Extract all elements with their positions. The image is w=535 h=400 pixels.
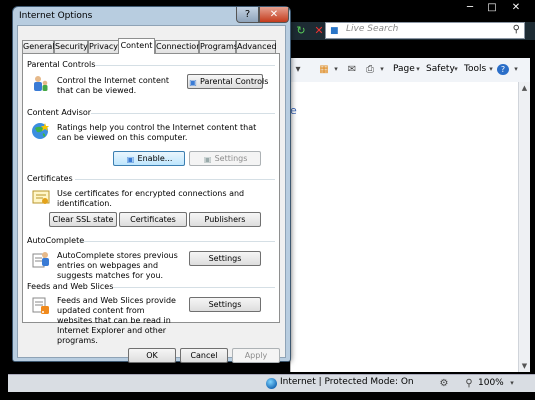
search-input[interactable]: ■ Live Search ⚲: [325, 22, 525, 39]
cancel-button[interactable]: Cancel: [180, 348, 228, 363]
command-bar: ▾ ▦ ▾ ✉ ⎙ ▾ Page ▾ Safety ▾ Tools ▾ ? ▾: [290, 58, 530, 82]
search-placeholder: Live Search: [346, 24, 399, 34]
zoom-level[interactable]: 100%: [478, 378, 504, 388]
feeds-icon[interactable]: ▦: [318, 64, 330, 75]
autocomplete-description: AutoComplete stores previous entries on …: [57, 251, 178, 280]
mail-icon[interactable]: ✉: [346, 64, 358, 75]
content-tab-panel: Parental Controls Control the Internet c…: [22, 53, 280, 345]
clear-ssl-state-button[interactable]: Clear SSL state: [49, 212, 117, 227]
enable-button[interactable]: ▣ Enable...: [113, 151, 185, 166]
certificates-button[interactable]: Certificates: [119, 212, 187, 227]
enable-button-label: Enable...: [137, 154, 173, 163]
help-icon[interactable]: ?: [497, 64, 509, 75]
tools-menu[interactable]: Tools: [464, 64, 486, 74]
scroll-up-icon[interactable]: ▲: [519, 82, 530, 94]
close-icon[interactable]: ✕: [508, 2, 524, 13]
home-icon[interactable]: ▾: [292, 64, 304, 75]
help-button[interactable]: ?: [236, 7, 259, 23]
divider: [113, 287, 275, 288]
autocomplete-icon: [31, 249, 51, 269]
internet-zone-icon: [266, 378, 277, 389]
page-text-fragment: e: [290, 104, 297, 117]
certificate-icon: [31, 187, 51, 207]
tab-content[interactable]: Content: [118, 38, 155, 54]
feeds-settings-button[interactable]: Settings: [189, 297, 261, 312]
tab-general[interactable]: General: [22, 40, 55, 53]
parental-controls-icon: [31, 74, 51, 94]
divider: [81, 241, 275, 242]
content-advisor-settings-label: Settings: [214, 154, 248, 163]
divider: [91, 113, 275, 114]
certificates-heading: Certificates: [27, 174, 73, 183]
refresh-icon[interactable]: ↻: [294, 24, 308, 38]
internet-options-dialog: Internet Options ? ✕ General Security Pr…: [12, 6, 291, 363]
zoom-chevron-down-icon[interactable]: ▾: [506, 378, 518, 389]
feeds-heading: Feeds and Web Slices: [27, 282, 114, 291]
parental-controls-button[interactable]: ▣ Parental Controls: [187, 74, 268, 89]
tools-chevron-down-icon: ▾: [489, 65, 493, 73]
parental-controls-description: Control the Internet content that can be…: [57, 76, 170, 95]
minimize-icon[interactable]: ─: [462, 2, 478, 13]
stop-icon[interactable]: ✕: [312, 24, 326, 38]
tab-security[interactable]: Security: [54, 40, 88, 53]
tab-strip: General Security Privacy Content Connect…: [22, 38, 284, 54]
close-button[interactable]: ✕: [259, 7, 289, 23]
content-advisor-heading: Content Advisor: [27, 108, 92, 117]
protected-mode-icon: ⚙: [439, 378, 449, 389]
tab-programs[interactable]: Programs: [199, 40, 238, 53]
parental-controls-button-label: Parental Controls: [200, 77, 269, 86]
publishers-button[interactable]: Publishers: [189, 212, 261, 227]
vertical-scrollbar[interactable]: ▲ ▼: [518, 82, 530, 372]
feeds-description: Feeds and Web Slices provide updated con…: [57, 296, 176, 345]
tab-privacy[interactable]: Privacy: [88, 40, 119, 53]
parental-shield-icon: ▣: [189, 78, 197, 87]
feeds-dropdown-icon[interactable]: ▾: [330, 64, 342, 75]
page-chevron-down-icon: ▾: [416, 65, 420, 73]
dialog-title: Internet Options: [19, 11, 93, 21]
dialog-body: General Security Privacy Content Connect…: [17, 25, 286, 363]
enable-shield-icon: ▣: [126, 155, 135, 164]
apply-button[interactable]: Apply: [232, 348, 280, 363]
page-content: [290, 82, 530, 372]
scroll-down-icon[interactable]: ▼: [519, 360, 530, 372]
ok-button[interactable]: OK: [128, 348, 176, 363]
print-icon[interactable]: ⎙: [364, 64, 376, 75]
content-advisor-settings-button[interactable]: ▣ Settings: [189, 151, 261, 166]
tab-advanced[interactable]: Advanced: [236, 40, 277, 53]
tab-connections[interactable]: Connections: [155, 40, 205, 53]
help-chevron-down-icon: ▾: [514, 65, 518, 73]
settings-shield-icon: ▣: [203, 155, 212, 164]
print-dropdown-icon[interactable]: ▾: [376, 64, 388, 75]
safety-chevron-down-icon: ▾: [454, 65, 458, 73]
autocomplete-settings-button[interactable]: Settings: [189, 251, 261, 266]
live-search-icon: ■: [330, 26, 339, 36]
autocomplete-heading: AutoComplete: [27, 236, 85, 245]
maximize-icon[interactable]: □: [484, 2, 500, 13]
feeds-icon: [31, 295, 51, 315]
status-zone-text: Internet | Protected Mode: On: [280, 377, 414, 387]
content-advisor-icon: [31, 121, 51, 141]
status-bar: Internet | Protected Mode: On ⚙ ⚲ 100% ▾: [8, 374, 535, 392]
certificates-description: Use certificates for encrypted connectio…: [57, 189, 245, 208]
divider: [95, 65, 275, 66]
content-advisor-description: Ratings help you control the Internet co…: [57, 123, 257, 142]
zoom-icon[interactable]: ⚲: [463, 378, 475, 389]
divider: [75, 179, 275, 180]
parental-controls-heading: Parental Controls: [27, 60, 96, 69]
search-icon[interactable]: ⚲: [513, 24, 520, 35]
